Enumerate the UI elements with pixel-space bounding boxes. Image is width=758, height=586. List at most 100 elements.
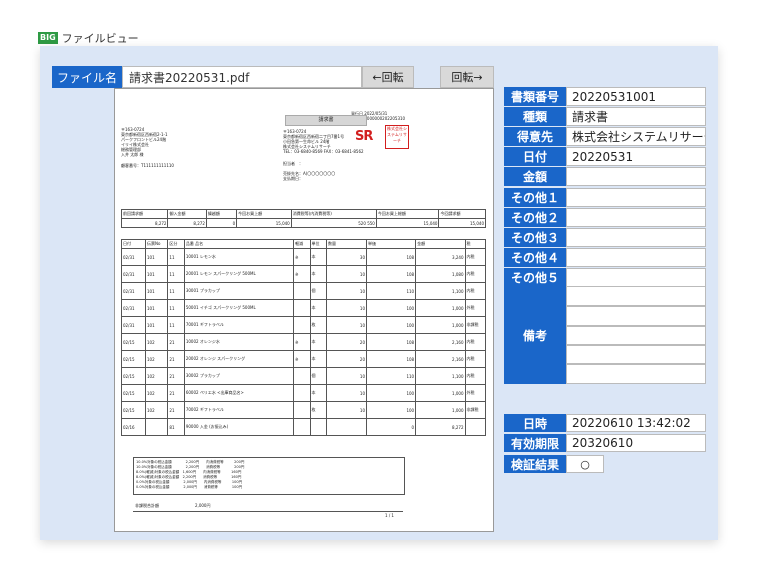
table-cell: 20001 レモン スパークリング 500ML xyxy=(183,265,295,283)
table-cell: 02/31 xyxy=(120,265,147,283)
table-cell: 101 xyxy=(145,265,169,283)
table-cell: 70001 ギフトラベル xyxy=(183,316,295,334)
table-cell: 02/15 xyxy=(120,367,147,385)
field-value[interactable] xyxy=(566,187,706,207)
issuer-line: TEL：03-6840-8569 FAX：03-6841-8562 xyxy=(283,149,364,154)
table-cell: 21 xyxy=(167,384,185,402)
remarks-line[interactable] xyxy=(566,286,706,306)
table-cell: 100 xyxy=(365,316,417,334)
summary-header: 今回請求額 xyxy=(438,209,486,219)
field-value[interactable]: 株式会社システムリサーチ xyxy=(566,127,706,147)
table-cell: 108 xyxy=(365,265,417,283)
table-cell xyxy=(293,367,311,385)
table-cell: 02/15 xyxy=(120,384,147,402)
verification-result: ○ xyxy=(566,455,604,473)
datetime-value: 20220610 13:42:02 xyxy=(566,414,706,432)
rotate-left-button[interactable]: ←回転 xyxy=(362,66,414,88)
person-in-charge: 担当者 ： xyxy=(283,161,303,166)
table-row: 02/31 101 11 10001 レモン水 ※ 本 30 108 3,240 内税 xyxy=(120,248,486,266)
summary-value: 0 xyxy=(205,218,238,228)
non-taxable-total: 非課税合計額 2,000円 xyxy=(135,503,211,508)
table-row: 02/31 101 11 70001 ギフトラベル枚 10 100 1,000 非課税 xyxy=(120,316,486,334)
file-name-label: ファイル名 xyxy=(52,66,122,88)
table-cell: 2,160 xyxy=(415,350,466,368)
table-cell: 102 xyxy=(145,384,169,402)
field-value[interactable]: 請求書 xyxy=(566,107,706,127)
field-value[interactable]: 20220531001 xyxy=(566,87,706,106)
table-cell: 21 xyxy=(167,333,185,351)
table-cell: 110 xyxy=(365,282,417,300)
detail-table: 日付 伝票No 区分 品番 品名 軽減 単位 数量 単価 金額 税 02/31 1… xyxy=(120,239,486,436)
summary-value: 15,040 xyxy=(375,218,440,228)
table-row: 02/15 102 21 60002 ペリエ水 <出庫商品名> 本 10 100 1,000 外… xyxy=(120,384,486,402)
customer-number: 顧客番号：T111111111110 xyxy=(121,163,174,168)
table-row: 02/15 102 21 30002 プラカップ個 10 110 1,100 内税 xyxy=(120,367,486,385)
rotate-right-button[interactable]: 回転→ xyxy=(440,66,494,88)
file-name-field[interactable]: 請求書20220531.pdf xyxy=(122,66,362,88)
field-value[interactable]: 20220531 xyxy=(566,147,706,167)
table-cell: 外税 xyxy=(464,384,486,402)
remarks-line[interactable] xyxy=(566,364,706,384)
table-cell: 02/15 xyxy=(120,401,147,419)
summary-value: 520 550 xyxy=(290,218,377,228)
expiry-value: 20320610 xyxy=(566,434,706,452)
field-value[interactable] xyxy=(566,207,706,227)
window-title: BIG ファイルビュー xyxy=(38,30,139,46)
table-cell: 1,000 xyxy=(415,401,466,419)
field-label: その他５ xyxy=(504,267,566,287)
table-cell: 30001 プラカップ xyxy=(183,282,295,300)
table-cell: 02/16 xyxy=(120,418,147,436)
table-cell xyxy=(293,418,311,436)
remarks-line[interactable] xyxy=(566,306,706,326)
table-cell: 内税 xyxy=(464,282,486,300)
table-cell: ※ xyxy=(293,248,311,266)
detail-header: 伝票No xyxy=(145,239,169,249)
field-value[interactable] xyxy=(566,167,706,187)
field-value[interactable] xyxy=(566,227,706,247)
table-cell: 0 xyxy=(365,418,417,436)
expiry-label: 有効期限 xyxy=(504,434,566,452)
table-cell: 70002 ギフトラベル xyxy=(183,401,295,419)
table-row: 02/15 102 21 70002 ギフトラベル枚 10 100 1,000 非課税 xyxy=(120,401,486,419)
table-cell: 02/31 xyxy=(120,316,147,334)
document-preview[interactable]: 発行日 2022/05/31 請求No. 000000202205310 請求書… xyxy=(114,88,494,532)
table-cell: 50001 イチゴ スパークリング 500ML xyxy=(183,299,295,317)
verification-label: 検証結果 xyxy=(504,455,566,473)
tax-sub: 550 xyxy=(367,220,375,226)
table-cell: 非課税 xyxy=(464,401,486,419)
remarks-line[interactable] xyxy=(566,345,706,364)
table-cell: 02/31 xyxy=(120,299,147,317)
table-cell: 30 xyxy=(325,248,368,266)
table-cell: 10 xyxy=(325,265,368,283)
field-value[interactable] xyxy=(566,267,706,287)
summary-value: 8,272 xyxy=(120,218,169,228)
table-cell: 02/15 xyxy=(120,350,147,368)
tax-sub: 520 xyxy=(358,220,366,226)
field-value[interactable] xyxy=(566,247,706,267)
table-cell: ※ xyxy=(293,333,311,351)
table-cell: 内税 xyxy=(464,248,486,266)
table-cell: 108 xyxy=(365,350,417,368)
table-cell: 108 xyxy=(365,248,417,266)
table-row: 02/31 101 11 20001 レモン スパークリング 500ML ※ 本 10 108… xyxy=(120,265,486,283)
remarks-line[interactable] xyxy=(566,326,706,345)
table-cell: 102 xyxy=(145,350,169,368)
table-cell: 10 xyxy=(325,299,368,317)
table-cell: 個 xyxy=(309,367,327,385)
table-cell xyxy=(325,418,368,436)
summary-value: 15,040 xyxy=(438,218,486,228)
table-cell: 2,160 xyxy=(415,333,466,351)
table-cell xyxy=(309,418,327,436)
table-row: 02/15 102 21 20002 オレンジ スパークリング ※ 本 20 108 2,160… xyxy=(120,350,486,368)
table-cell: 内税 xyxy=(464,333,486,351)
table-cell: 8,272 xyxy=(415,418,466,436)
table-row: 02/15 102 21 10002 オレンジ水 ※ 本 20 108 2,160 内税 xyxy=(120,333,486,351)
field-label: その他３ xyxy=(504,227,566,247)
table-cell: 1,080 xyxy=(415,265,466,283)
table-cell: 30002 プラカップ xyxy=(183,367,295,385)
table-cell: 20 xyxy=(325,333,368,351)
summary-header: 今回お買上総額 xyxy=(375,209,440,219)
table-cell: 10 xyxy=(325,367,368,385)
table-cell: 101 xyxy=(145,299,169,317)
table-cell: 1,100 xyxy=(415,282,466,300)
